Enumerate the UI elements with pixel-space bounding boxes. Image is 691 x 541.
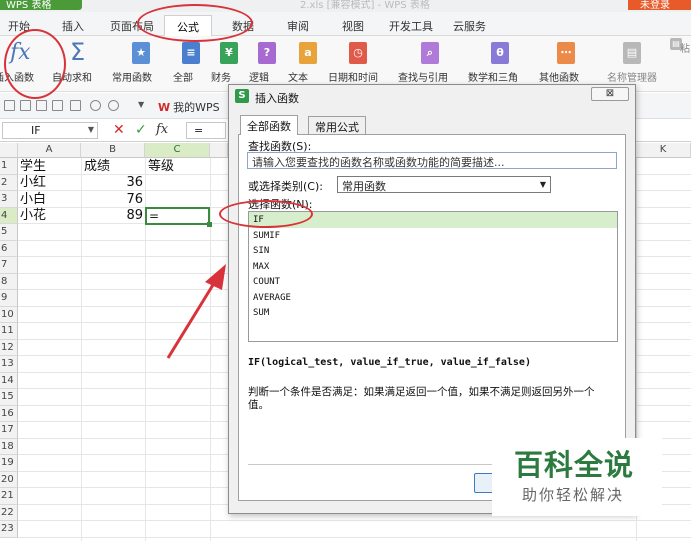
chevron-down-icon[interactable]: ▼ [540,180,546,189]
function-item-sum[interactable]: SUM [249,305,617,321]
function-list[interactable]: IF SUMIF SIN MAX COUNT AVERAGE SUM [248,211,618,342]
function-description: 判断一个条件是否满足：如果满足返回一个值，如果不满足则返回另外一个值。 [248,386,595,411]
category-value: 常用函数 [342,180,386,193]
wps-s-logo-icon: S [235,89,249,103]
watermark-title: 百科全说 [514,448,635,482]
dialog-title-bar[interactable]: S 插入函数 ⊠ [229,85,635,107]
watermark-slogan: 助你轻松解决 [522,486,625,504]
function-signature: IF(logical_test, value_if_true, value_if… [248,357,531,368]
arrow-shaft [166,279,218,359]
category-label: 或选择类别(C): [248,180,323,193]
arrow-head [205,264,226,290]
annotation-circle-if [219,200,313,228]
dialog-close-button[interactable]: ⊠ [591,87,629,101]
category-select[interactable]: 常用函数 ▼ [337,176,551,193]
annotation-circle-formula-tab [137,4,253,42]
function-item-sin[interactable]: SIN [249,243,617,259]
tab-common-formulas[interactable]: 常用公式 [308,116,366,134]
function-item-average[interactable]: AVERAGE [249,290,617,306]
function-search-input[interactable]: 请输入您要查找的函数名称或函数功能的简要描述... [247,152,617,169]
tab-all-functions[interactable]: 全部函数 [240,115,298,135]
function-item-sumif[interactable]: SUMIF [249,228,617,244]
function-item-count[interactable]: COUNT [249,274,617,290]
function-item-max[interactable]: MAX [249,259,617,275]
annotation-circle-insert-function [4,29,66,99]
watermark-logo: 百科全说 助你轻松解决 [492,438,662,516]
dialog-title: 插入函数 [255,92,299,105]
screen: WPS 表格 2.xls [兼容模式] - WPS 表格 未登录 开始 插入 页… [0,0,691,541]
